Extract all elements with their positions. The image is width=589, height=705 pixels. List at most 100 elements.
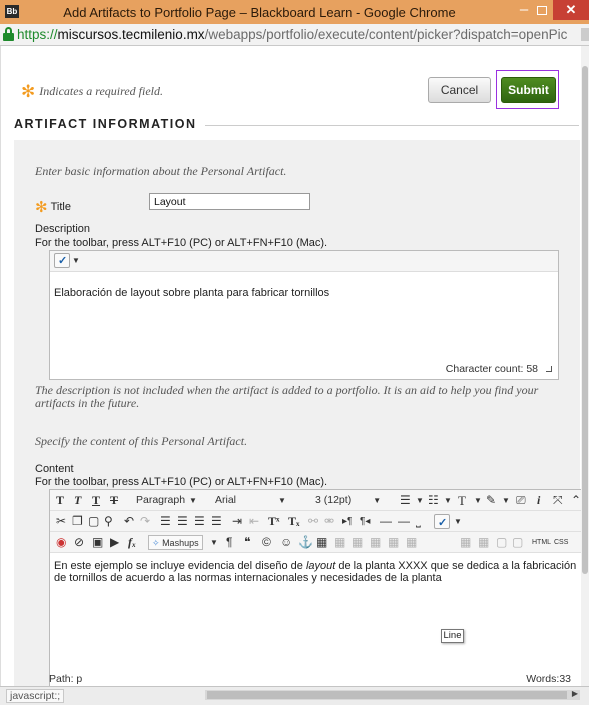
horizontal-scrollbar[interactable]: ▶ bbox=[205, 689, 580, 700]
close-icon[interactable]: ✕ bbox=[553, 0, 589, 20]
copyright-icon[interactable]: © bbox=[262, 534, 271, 551]
undo-icon[interactable]: ↶ bbox=[124, 513, 134, 530]
link-icon[interactable]: ⚯ bbox=[308, 513, 318, 530]
html-button[interactable]: HTML bbox=[532, 534, 551, 551]
italic-icon[interactable]: T bbox=[74, 492, 81, 509]
title-label: ✻ Title bbox=[35, 198, 71, 216]
scroll-right-icon[interactable]: ▶ bbox=[572, 689, 578, 698]
table-row-icon[interactable]: ▦ bbox=[334, 534, 345, 551]
subscript-icon[interactable]: Tₓ bbox=[288, 513, 299, 530]
align-center-icon[interactable]: ☰ bbox=[177, 513, 188, 530]
window-titlebar: Bb Add Artifacts to Portfolio Page – Bla… bbox=[0, 0, 589, 24]
description-toolbar-help: For the toolbar, press ALT+F10 (PC) or A… bbox=[35, 237, 328, 249]
strikethrough-icon[interactable]: T bbox=[110, 492, 118, 509]
font-size-select[interactable]: 3 (12pt) ▼ bbox=[315, 493, 381, 508]
space-icon[interactable]: ⎵ bbox=[416, 513, 421, 530]
fullscreen-icon[interactable]: ⤧ bbox=[553, 492, 563, 509]
justify-icon[interactable]: ☰ bbox=[211, 513, 222, 530]
cancel-button[interactable]: Cancel bbox=[428, 77, 491, 103]
copy-icon[interactable]: ❐ bbox=[72, 513, 83, 530]
table-col-icon[interactable]: ▦ bbox=[352, 534, 363, 551]
table-icon[interactable]: ▦ bbox=[316, 534, 327, 551]
chevron-down-icon[interactable]: ▼ bbox=[454, 513, 462, 530]
superscript-icon[interactable]: Tˣ bbox=[268, 513, 279, 530]
content-textarea[interactable]: En este ejemplo se incluye evidencia del… bbox=[54, 560, 589, 584]
underline-icon[interactable]: T bbox=[92, 492, 100, 509]
font-select[interactable]: Arial ▼ bbox=[215, 493, 286, 508]
paste-icon[interactable]: ▢ bbox=[88, 513, 99, 530]
content-editor: T T T T Paragraph ▼ Arial ▼ 3 (12pt) ▼ ☰ ▼ … bbox=[49, 489, 589, 694]
find-icon[interactable]: ⚲ bbox=[104, 513, 113, 530]
chevron-down-icon[interactable]: ▼ bbox=[474, 492, 482, 509]
paragraph-mark-icon[interactable]: ¶ bbox=[226, 534, 232, 551]
redo-icon[interactable]: ↷ bbox=[140, 513, 150, 530]
submit-highlight: Submit bbox=[496, 70, 559, 109]
ltr-icon[interactable]: ▸¶ bbox=[342, 513, 352, 530]
numbered-list-icon[interactable]: ☷ bbox=[428, 492, 439, 509]
title-input[interactable]: Layout bbox=[149, 193, 310, 210]
anchor-icon[interactable]: ⚓ bbox=[298, 534, 313, 551]
vertical-scroll-thumb[interactable] bbox=[582, 66, 588, 574]
table-delete-icon[interactable]: ▦ bbox=[478, 534, 489, 551]
address-bar[interactable]: https://miscursos.tecmilenio.mx/webapps/… bbox=[0, 24, 589, 46]
maximize-icon[interactable] bbox=[537, 6, 547, 15]
chevron-down-icon[interactable]: ▼ bbox=[210, 534, 218, 551]
spellcheck-icon[interactable]: ✓ bbox=[54, 253, 70, 268]
highlight-pen-icon[interactable]: ✎ bbox=[486, 492, 496, 509]
info-icon[interactable]: i bbox=[537, 492, 540, 509]
text-color-icon[interactable]: T bbox=[458, 492, 466, 509]
unlink-icon[interactable]: ⚮ bbox=[324, 513, 334, 530]
table-props-icon[interactable]: ▦ bbox=[460, 534, 471, 551]
image-icon[interactable]: ▣ bbox=[92, 534, 103, 551]
media-icon[interactable]: ▶ bbox=[110, 534, 119, 551]
line-tooltip: Line bbox=[441, 629, 464, 643]
horizontal-rule-icon[interactable]: — bbox=[380, 513, 392, 530]
record-icon[interactable]: ◉ bbox=[56, 534, 66, 551]
mashups-select[interactable]: ✧ Mashups bbox=[148, 535, 203, 550]
preview-icon[interactable]: ⎚ bbox=[516, 492, 526, 509]
chevron-down-icon[interactable]: ▼ bbox=[502, 492, 510, 509]
spellcheck-icon[interactable]: ✓ bbox=[434, 513, 450, 530]
required-star-icon: ✻ bbox=[21, 82, 36, 102]
line-icon[interactable]: — bbox=[398, 513, 410, 530]
table-cell-icon[interactable]: ▦ bbox=[370, 534, 381, 551]
align-right-icon[interactable]: ☰ bbox=[194, 513, 205, 530]
vertical-scrollbar[interactable] bbox=[581, 46, 589, 686]
status-url: javascript:; bbox=[6, 689, 65, 703]
status-bar: javascript:; ▶ bbox=[0, 686, 589, 705]
table-merge-icon[interactable]: ▦ bbox=[388, 534, 399, 551]
chevron-down-icon[interactable]: ▼ bbox=[416, 492, 424, 509]
intro-text: Enter basic information about the Person… bbox=[35, 164, 287, 178]
css-button[interactable]: CSS bbox=[554, 534, 568, 551]
table-border-icon[interactable]: ▢ bbox=[496, 534, 507, 551]
minimize-icon[interactable]: – bbox=[514, 2, 534, 20]
bullet-list-icon[interactable]: ☰ bbox=[400, 492, 411, 509]
url-text[interactable]: https://miscursos.tecmilenio.mx/webapps/… bbox=[17, 24, 567, 45]
align-left-icon[interactable]: ☰ bbox=[160, 513, 171, 530]
paragraph-select[interactable]: Paragraph ▼ bbox=[136, 493, 197, 508]
required-star-icon: ✻ bbox=[35, 198, 48, 216]
toolbar-row-1: T T T T Paragraph ▼ Arial ▼ 3 (12pt) ▼ ☰ ▼ … bbox=[50, 490, 589, 511]
quote-icon[interactable]: ❝ bbox=[244, 534, 250, 551]
collapse-icon[interactable]: ⌃ bbox=[571, 492, 581, 509]
indent-icon[interactable]: ⇥ bbox=[232, 513, 242, 530]
table-split-icon[interactable]: ▦ bbox=[406, 534, 417, 551]
description-editor: ✓ ▼ Elaboración de layout sobre planta pa… bbox=[49, 250, 559, 380]
description-textarea[interactable]: Elaboración de layout sobre planta para … bbox=[50, 272, 558, 360]
page-action-icon[interactable] bbox=[581, 28, 589, 41]
attach-file-icon[interactable]: ⊘ bbox=[74, 534, 84, 551]
emoticon-icon[interactable]: ☺ bbox=[280, 534, 292, 551]
outdent-icon[interactable]: ⇤ bbox=[249, 513, 259, 530]
horizontal-scroll-thumb[interactable] bbox=[207, 691, 567, 699]
resize-grip-icon[interactable] bbox=[546, 366, 552, 372]
rtl-icon[interactable]: ¶◂ bbox=[360, 513, 370, 530]
bold-icon[interactable]: T bbox=[56, 492, 64, 509]
submit-button[interactable]: Submit bbox=[501, 77, 556, 103]
table-grid-icon[interactable]: ▢ bbox=[512, 534, 523, 551]
description-label: Description bbox=[35, 223, 91, 235]
toolbar-row-3: ◉ ⊘ ▣ ▶ fₓ ✧ Mashups ▼ ¶ ❝ © ☺ ⚓ ▦ ▦ ▦ ▦… bbox=[50, 532, 589, 553]
math-icon[interactable]: fₓ bbox=[128, 534, 136, 551]
cut-icon[interactable]: ✂ bbox=[56, 513, 66, 530]
chevron-down-icon[interactable]: ▼ bbox=[444, 492, 452, 509]
chevron-down-icon[interactable]: ▼ bbox=[72, 256, 80, 265]
